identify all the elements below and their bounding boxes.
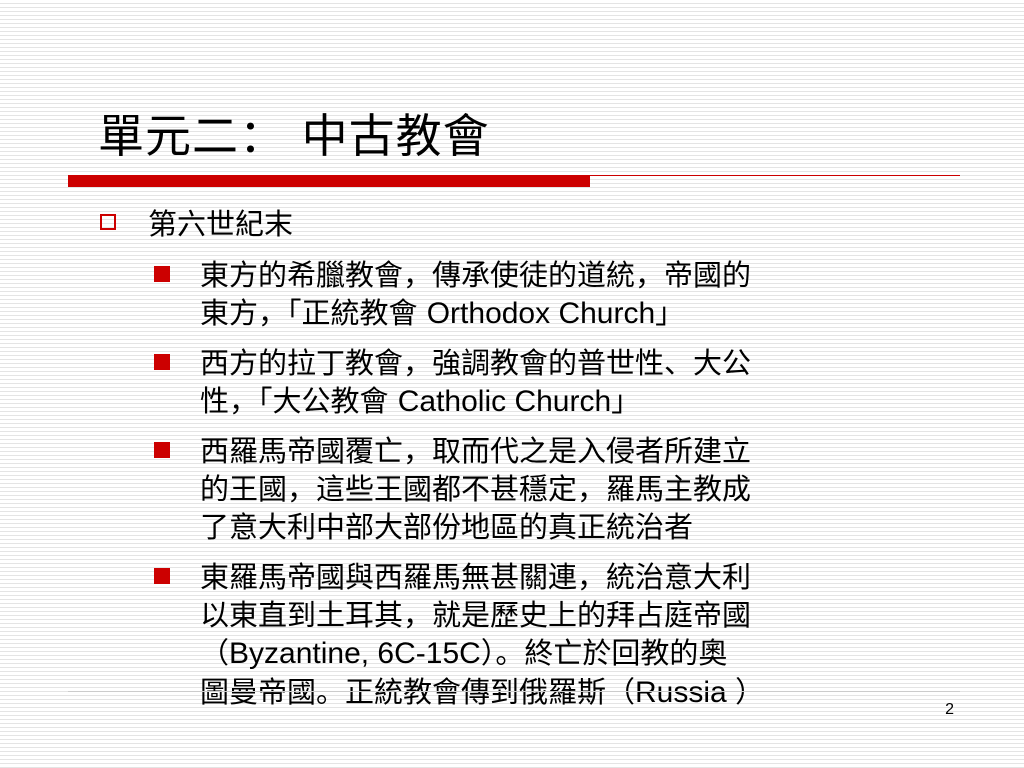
bullet-item: 東方的希臘教會，傳承使徒的道統，帝國的 東方，「正統教會 Orthodox Chu… <box>200 256 920 333</box>
bullet-item-line: 西羅馬帝國覆亡，取而代之是入侵者所建立 <box>200 432 920 470</box>
bullet-item-line: 的王國，這些王國都不甚穩定，羅馬主教成 <box>200 470 920 508</box>
text-segment: 」 <box>611 384 641 418</box>
latin-term: Byzantine, 6C-15C <box>229 637 481 670</box>
bullet-item-line: 以東直到土耳其，就是歷史上的拜占庭帝國 <box>200 596 920 634</box>
bullet-item-line: 西方的拉丁教會，強調教會的普世性、大公 <box>200 344 920 382</box>
bullet-item-line: 東方，「正統教會 Orthodox Church」 <box>200 294 920 333</box>
text-segment: （ <box>200 636 230 670</box>
bullet-item-line: 東羅馬帝國與西羅馬無甚關連，統治意大利 <box>200 558 920 596</box>
hollow-square-icon <box>100 214 116 230</box>
text-segment: ） <box>735 675 765 709</box>
latin-term: Catholic Church <box>397 385 612 418</box>
filled-square-icon <box>154 568 170 584</box>
page-number: 2 <box>945 701 954 718</box>
text-segment: 圖曼帝國。正統教會傳到俄羅斯（ <box>200 675 636 709</box>
bullet-item-line: 了意大利中部大部份地區的真正統治者 <box>200 508 920 546</box>
outline-heading-text: 第六世紀末 <box>148 207 294 241</box>
bullet-item-line: 圖曼帝國。正統教會傳到俄羅斯（Russia ） <box>200 673 920 712</box>
latin-term: Russia <box>635 676 736 709</box>
bullet-item-line: 性，「大公教會 Catholic Church」 <box>200 382 920 421</box>
bullet-item: 東羅馬帝國與西羅馬無甚關連，統治意大利 以東直到土耳其，就是歷史上的拜占庭帝國 （B… <box>200 558 920 712</box>
text-segment: 了意大利中部大部份地區的真正統治者 <box>200 510 694 544</box>
bullet-item: 西羅馬帝國覆亡，取而代之是入侵者所建立 的王國，這些王國都不甚穩定，羅馬主教成 了意… <box>200 432 920 546</box>
text-segment: 的王國，這些王國都不甚穩定，羅馬主教成 <box>200 472 752 506</box>
bullet-item: 西方的拉丁教會，強調教會的普世性、大公 性，「大公教會 Catholic Chur… <box>200 344 920 421</box>
filled-square-icon <box>154 442 170 458</box>
text-segment: 東羅馬帝國與西羅馬無甚關連，統治意大利 <box>200 560 752 594</box>
text-segment: 西羅馬帝國覆亡，取而代之是入侵者所建立 <box>200 434 752 468</box>
text-segment: ）。終亡於回教的奧 <box>480 636 728 670</box>
bullet-item-line: 東方的希臘教會，傳承使徒的道統，帝國的 <box>200 256 920 294</box>
filled-square-icon <box>154 354 170 370</box>
filled-square-icon <box>154 266 170 282</box>
text-segment: 」 <box>655 296 685 330</box>
latin-term: Orthodox Church <box>426 297 656 330</box>
bullet-item-line: （Byzantine, 6C-15C）。終亡於回教的奧 <box>200 634 920 673</box>
text-segment: 以東直到土耳其，就是歷史上的拜占庭帝國 <box>200 598 752 632</box>
text-segment: 東方的希臘教會，傳承使徒的道統，帝國的 <box>200 258 752 292</box>
text-segment: 東方，「正統教會 <box>200 296 427 330</box>
text-segment: 西方的拉丁教會，強調教會的普世性、大公 <box>200 346 752 380</box>
text-segment: 性，「大公教會 <box>200 384 398 418</box>
slide-content: 第六世紀末 東方的希臘教會，傳承使徒的道統，帝國的 東方，「正統教會 Orthod… <box>0 0 1024 768</box>
footer-rule <box>68 691 960 692</box>
